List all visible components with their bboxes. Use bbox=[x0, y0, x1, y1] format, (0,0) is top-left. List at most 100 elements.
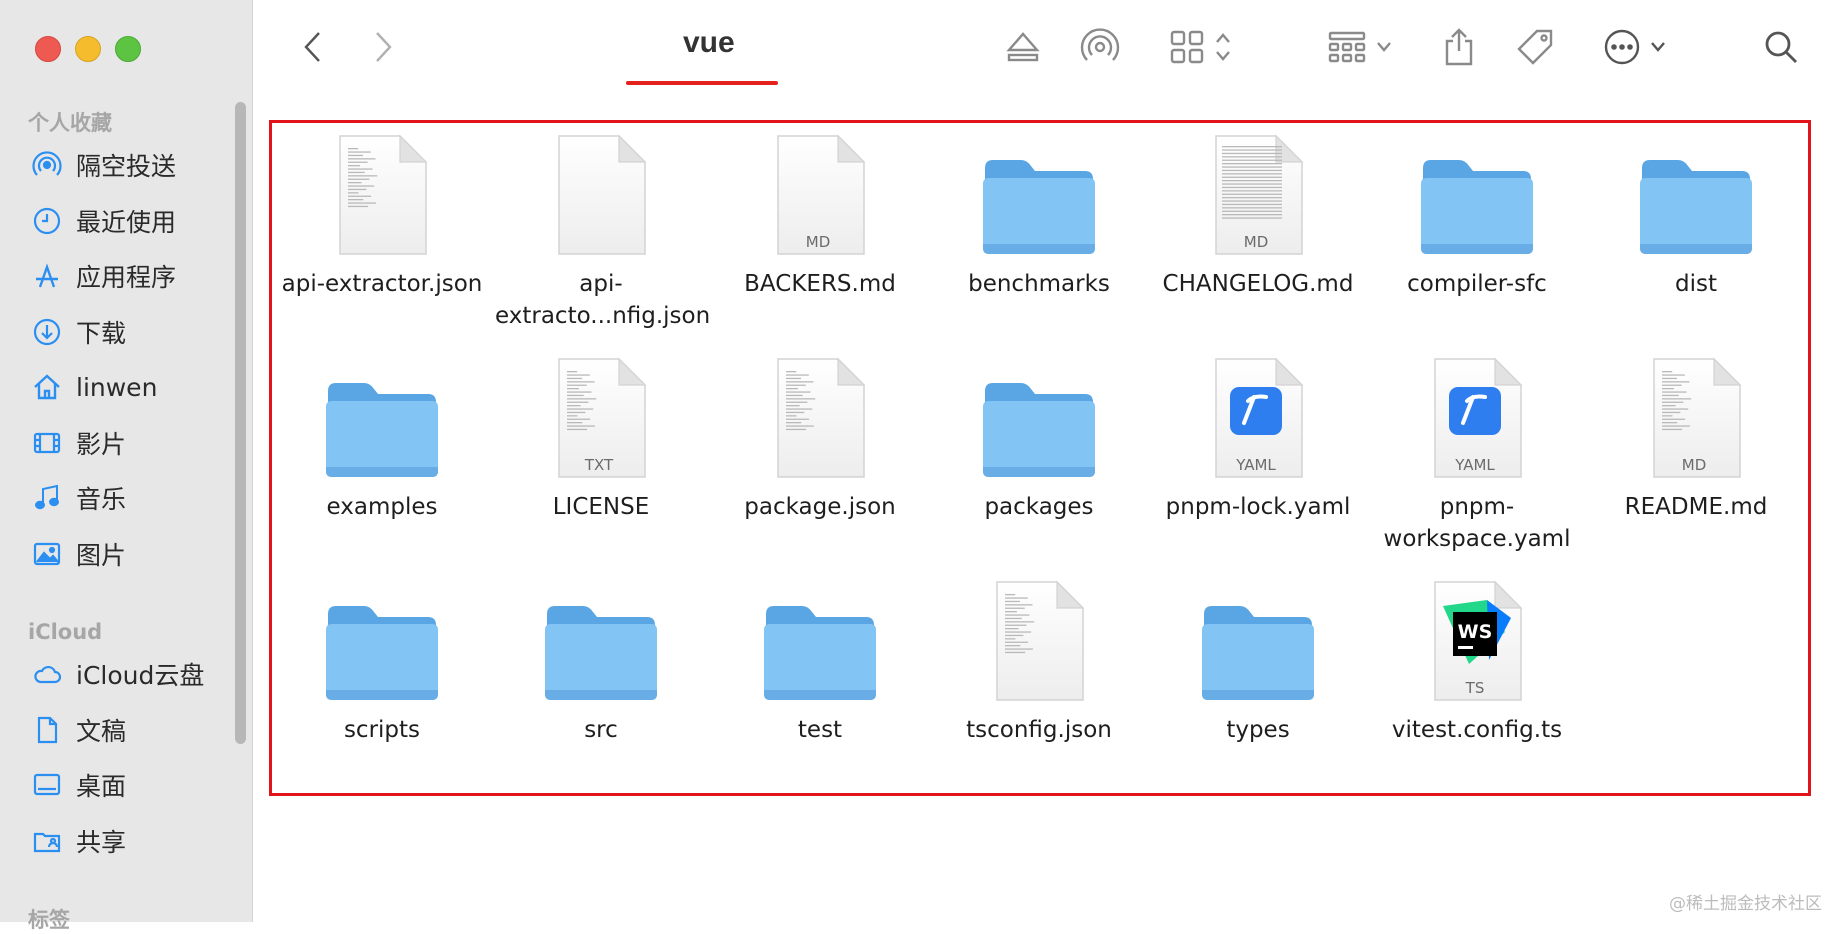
sidebar-item-favorites-7[interactable]: 图片 bbox=[30, 532, 126, 576]
sidebar-item-label: 影片 bbox=[76, 429, 127, 459]
grid-view-icon bbox=[1170, 30, 1204, 64]
item-name-label: test bbox=[797, 717, 843, 743]
sidebar-item-icloud-1[interactable]: 文稿 bbox=[30, 708, 126, 752]
group-button[interactable] bbox=[1323, 22, 1397, 72]
sidebar-item-favorites-6[interactable]: 音乐 bbox=[30, 476, 126, 520]
folder-icon bbox=[710, 574, 930, 704]
file-item[interactable]: MD BACKERS.md bbox=[710, 128, 930, 300]
item-name-label: src bbox=[584, 717, 618, 743]
toolbar: vue bbox=[253, 0, 1834, 110]
clock-icon bbox=[30, 204, 64, 238]
back-button[interactable] bbox=[293, 22, 333, 72]
sidebar-item-favorites-3[interactable]: 下载 bbox=[30, 310, 126, 354]
document-icon: MD bbox=[1148, 128, 1368, 258]
svg-text:TXT: TXT bbox=[584, 456, 614, 474]
sidebar-item-label: 下载 bbox=[76, 318, 127, 348]
file-item[interactable]: tsconfig.json bbox=[929, 574, 1149, 746]
document-icon bbox=[272, 128, 492, 258]
tag-button[interactable] bbox=[1513, 22, 1557, 72]
yaml-file-icon: YAML bbox=[1148, 351, 1368, 481]
item-name-label: vitest.config.ts bbox=[1391, 717, 1563, 743]
sidebar-scrollbar[interactable] bbox=[235, 102, 246, 744]
photo-icon bbox=[30, 537, 64, 571]
sidebar-item-favorites-5[interactable]: 影片 bbox=[30, 421, 126, 465]
item-name-label: benchmarks bbox=[968, 271, 1110, 297]
svg-text:WS: WS bbox=[1458, 621, 1493, 643]
search-icon bbox=[1765, 31, 1797, 63]
file-item[interactable]: YAML pnpm-workspace.yaml bbox=[1367, 351, 1587, 555]
sidebar-item-favorites-4[interactable]: linwen bbox=[30, 365, 157, 409]
sidebar-item-favorites-2[interactable]: 应用程序 bbox=[30, 254, 176, 298]
sidebar-item-favorites-0[interactable]: 隔空投送 bbox=[30, 143, 176, 187]
svg-text:MD: MD bbox=[1682, 456, 1707, 474]
share-button[interactable] bbox=[1439, 22, 1479, 72]
folder-icon bbox=[929, 128, 1149, 258]
item-name-label: dist bbox=[1675, 271, 1717, 297]
search-button[interactable] bbox=[1761, 22, 1801, 72]
folder-item[interactable]: dist bbox=[1586, 128, 1806, 300]
file-item[interactable]: api-extracto...nfig.json bbox=[491, 128, 711, 332]
watermark: @稀土掘金技术社区 bbox=[1669, 894, 1822, 914]
title-annotation-underline bbox=[626, 81, 778, 85]
view-mode-button[interactable] bbox=[1163, 22, 1239, 72]
sidebar-item-label: 隔空投送 bbox=[76, 152, 177, 181]
folder-icon bbox=[1148, 574, 1368, 704]
cloud-icon bbox=[30, 657, 64, 691]
document-icon bbox=[929, 574, 1149, 704]
minimize-window-button[interactable] bbox=[75, 36, 101, 62]
document-icon bbox=[491, 128, 711, 258]
svg-text:MD: MD bbox=[806, 233, 831, 251]
share-icon bbox=[1445, 28, 1473, 66]
folder-item[interactable]: test bbox=[710, 574, 930, 746]
folder-item[interactable]: src bbox=[491, 574, 711, 746]
music-icon bbox=[30, 481, 64, 515]
item-name-label: api-extractor.json bbox=[281, 271, 483, 297]
folder-item[interactable]: compiler-sfc bbox=[1367, 128, 1587, 300]
webstorm-file-icon: WS TS bbox=[1367, 574, 1587, 704]
item-name-label: CHANGELOG.md bbox=[1162, 271, 1354, 297]
file-item[interactable]: api-extractor.json bbox=[272, 128, 492, 300]
file-item[interactable]: WS TS vitest.config.ts bbox=[1367, 574, 1587, 746]
sidebar-item-icloud-2[interactable]: 桌面 bbox=[30, 763, 126, 807]
sidebar-item-icloud-3[interactable]: 共享 bbox=[30, 819, 126, 863]
icloud-section-title: iCloud bbox=[28, 620, 103, 644]
more-actions-button[interactable] bbox=[1599, 22, 1671, 72]
sidebar: 个人收藏 隔空投送最近使用应用程序下载 linwen 影片音乐图片 iCloud i… bbox=[0, 0, 253, 932]
airdrop-button[interactable] bbox=[1077, 22, 1123, 72]
document-icon: MD bbox=[710, 128, 930, 258]
shared-folder-icon bbox=[30, 824, 64, 858]
folder-icon bbox=[1586, 128, 1806, 258]
file-item[interactable]: YAML pnpm-lock.yaml bbox=[1148, 351, 1368, 523]
folder-item[interactable]: packages bbox=[929, 351, 1149, 523]
folder-item[interactable]: examples bbox=[272, 351, 492, 523]
item-name-label: README.md bbox=[1624, 494, 1768, 520]
file-item[interactable]: package.json bbox=[710, 351, 930, 523]
zoom-window-button[interactable] bbox=[115, 36, 141, 62]
folder-item[interactable]: benchmarks bbox=[929, 128, 1149, 300]
forward-icon bbox=[376, 32, 392, 62]
sidebar-item-label: 音乐 bbox=[76, 485, 127, 514]
folder-item[interactable]: types bbox=[1148, 574, 1368, 746]
sidebar-item-label: 应用程序 bbox=[76, 263, 177, 292]
yaml-file-icon: YAML bbox=[1367, 351, 1587, 481]
sidebar-item-icloud-0[interactable]: iCloud云盘 bbox=[30, 652, 204, 696]
file-item[interactable]: MD CHANGELOG.md bbox=[1148, 128, 1368, 300]
download-icon bbox=[30, 315, 64, 349]
item-name-label: pnpm-workspace.yaml bbox=[1383, 494, 1571, 552]
item-name-label: package.json bbox=[744, 494, 896, 520]
more-icon bbox=[1604, 29, 1640, 65]
file-item[interactable]: TXT LICENSE bbox=[491, 351, 711, 523]
sidebar-item-label: linwen bbox=[76, 372, 158, 402]
svg-text:MD: MD bbox=[1244, 233, 1269, 251]
applications-icon bbox=[30, 259, 64, 293]
folder-item[interactable]: scripts bbox=[272, 574, 492, 746]
eject-button[interactable] bbox=[1001, 22, 1045, 72]
favorites-section-title: 个人收藏 bbox=[28, 111, 112, 135]
folder-icon bbox=[272, 574, 492, 704]
close-window-button[interactable] bbox=[35, 36, 61, 62]
forward-button[interactable] bbox=[363, 22, 403, 72]
sidebar-item-label: 桌面 bbox=[76, 772, 127, 801]
sidebar-item-favorites-1[interactable]: 最近使用 bbox=[30, 199, 176, 243]
chevron-down-icon bbox=[1377, 42, 1391, 52]
file-item[interactable]: MD README.md bbox=[1586, 351, 1806, 523]
